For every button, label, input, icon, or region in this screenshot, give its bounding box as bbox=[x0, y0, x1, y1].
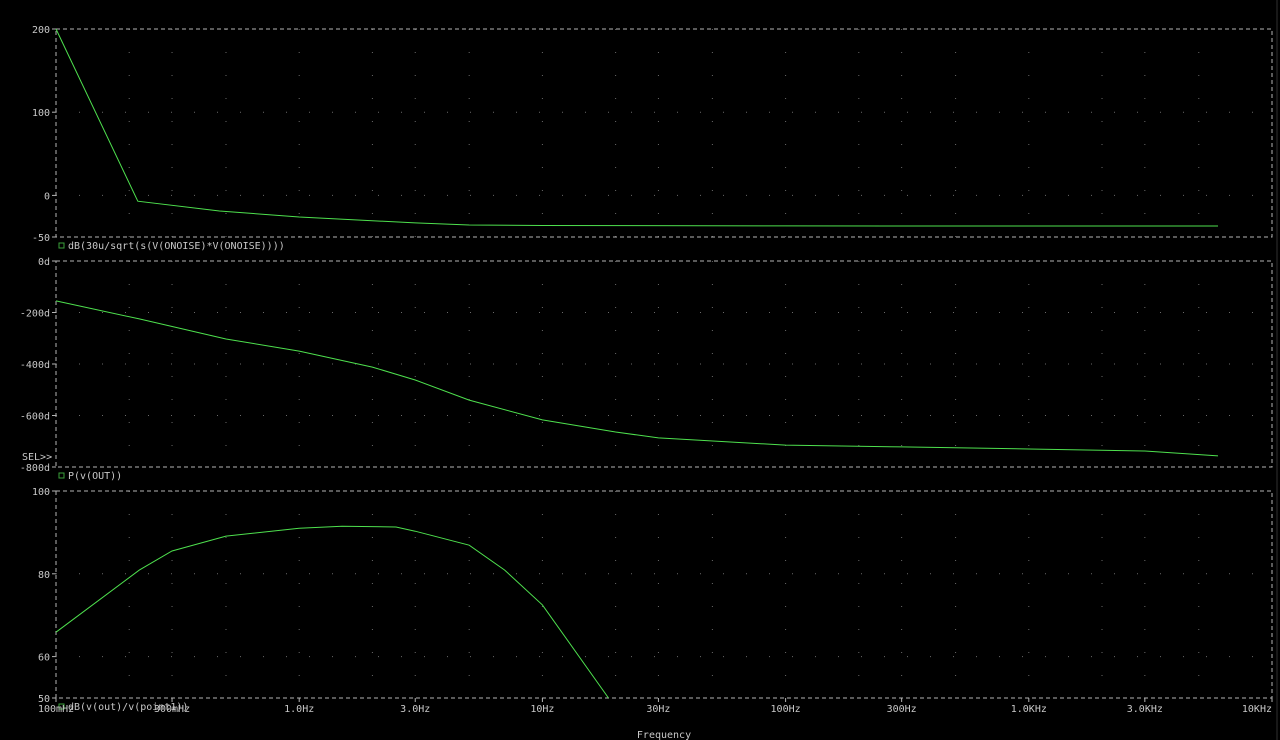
y-tick-label: 100 bbox=[32, 487, 50, 498]
x-tick-label: 300Hz bbox=[887, 704, 917, 715]
y-tick-label: 0d bbox=[38, 257, 50, 268]
plot-frame-1 bbox=[55, 28, 1273, 238]
y-tick-label: 0 bbox=[44, 191, 50, 202]
trace-2[interactable] bbox=[55, 300, 1219, 457]
trace-legend-label[interactable]: P(v(OUT)) bbox=[68, 471, 122, 482]
selected-plot-marker: SEL>> bbox=[22, 452, 52, 463]
plot-frame-2 bbox=[55, 260, 1273, 468]
plot-frame-3 bbox=[55, 490, 1273, 699]
probe-plot-window[interactable]: 200 100 0 -50 dB(30u/sqrt(s(V(ONOISE)*V(ONOI… bbox=[0, 0, 1280, 740]
y-tick-label: -400d bbox=[20, 360, 50, 371]
y-tick-label: 200 bbox=[32, 25, 50, 36]
trace-1[interactable] bbox=[55, 28, 1218, 227]
y-tick-label: -50 bbox=[32, 233, 50, 244]
y-tick-label: 100 bbox=[32, 108, 50, 119]
trace-3[interactable] bbox=[55, 525, 609, 699]
x-tick-label: 10KHz bbox=[1242, 704, 1272, 715]
trace-legend-marker bbox=[58, 242, 65, 249]
x-tick-label: 1.0KHz bbox=[1011, 704, 1047, 715]
y-tick-label: -600d bbox=[20, 412, 50, 423]
x-axis-label: Frequency bbox=[637, 730, 691, 740]
x-tick-label: 3.0Hz bbox=[400, 704, 430, 715]
x-tick-label: 30Hz bbox=[646, 704, 670, 715]
y-tick-label: 60 bbox=[38, 653, 50, 664]
x-tick-label: 10Hz bbox=[530, 704, 554, 715]
x-tick-label: 3.0KHz bbox=[1127, 704, 1163, 715]
y-tick-label: 80 bbox=[38, 570, 50, 581]
y-tick-label: -800d bbox=[20, 463, 50, 474]
x-tick-label: 100mHz bbox=[38, 704, 74, 715]
x-tick-label: 1.0Hz bbox=[284, 704, 314, 715]
trace-legend-marker bbox=[58, 472, 65, 479]
y-tick-label: -200d bbox=[20, 309, 50, 320]
trace-legend-label[interactable]: dB(30u/sqrt(s(V(ONOISE)*V(ONOISE)))) bbox=[68, 241, 285, 252]
x-tick-label: 300mHz bbox=[154, 704, 190, 715]
x-tick-label: 100Hz bbox=[771, 704, 801, 715]
